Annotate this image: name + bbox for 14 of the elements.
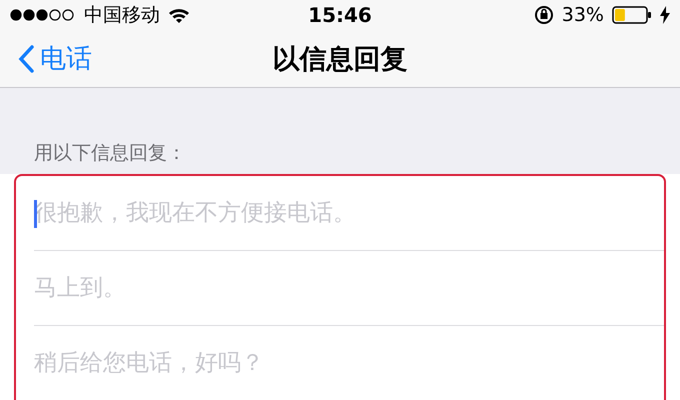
battery-percent: 33% — [562, 4, 604, 26]
back-chevron-icon — [18, 44, 34, 73]
section-header: 用以下信息回复： — [33, 141, 187, 166]
clock-time: 15:46 — [308, 3, 372, 28]
page-title: 以信息回复 — [272, 42, 408, 77]
wifi-icon — [168, 6, 190, 24]
reply-input-field[interactable]: 稍后给您电话，好吗？ — [34, 350, 664, 376]
battery-icon — [612, 6, 652, 24]
charging-bolt-icon — [660, 6, 670, 24]
signal-icon — [10, 9, 76, 22]
back-button[interactable]: 电话 — [0, 41, 92, 76]
reply-input-field[interactable]: 马上到。 — [34, 275, 664, 301]
rotation-lock-icon — [534, 5, 554, 26]
carrier-name: 中国移动 — [84, 3, 160, 28]
